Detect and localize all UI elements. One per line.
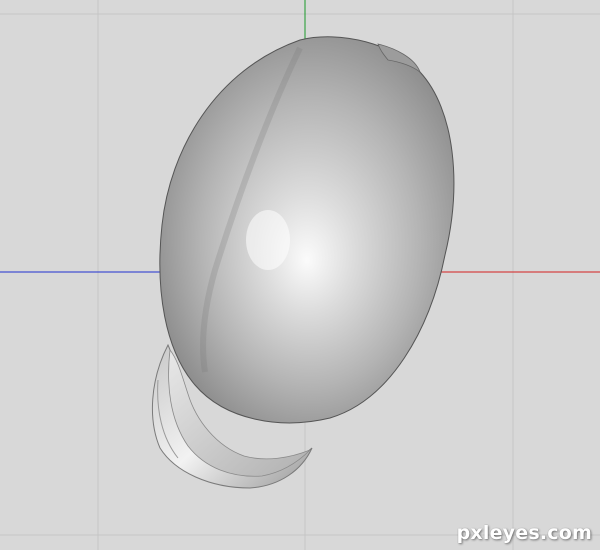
3d-viewport[interactable]: pxleyes.com xyxy=(0,0,600,550)
viewport-canvas[interactable] xyxy=(0,0,600,550)
egg-shaped-object[interactable] xyxy=(159,36,455,424)
watermark-text: pxleyes.com xyxy=(456,522,592,544)
